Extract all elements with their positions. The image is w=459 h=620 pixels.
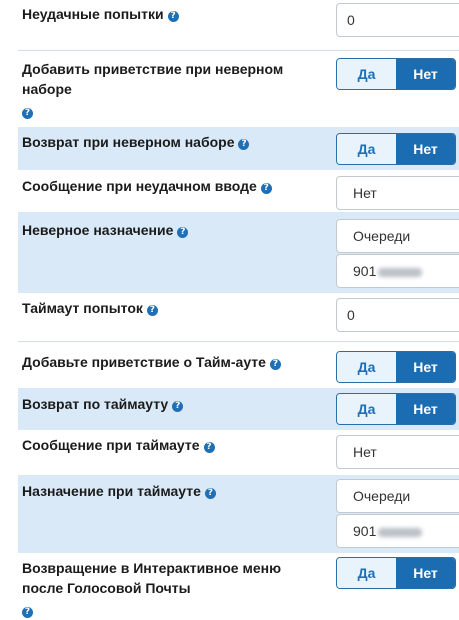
return-timeout-no-button[interactable]: Нет bbox=[396, 394, 455, 424]
help-icon[interactable]: ? bbox=[238, 139, 250, 150]
help-icon[interactable]: ? bbox=[22, 108, 33, 119]
return-ivr-voicemail-no-button[interactable]: Нет bbox=[396, 558, 455, 588]
redacted-text bbox=[378, 528, 423, 537]
add-greeting-timeout-label: Добавьте приветствие о Тайм-ауте? bbox=[22, 352, 281, 372]
wrong-destination-label: Неверное назначение? bbox=[22, 220, 189, 240]
return-ivr-voicemail-yes-button[interactable]: Да bbox=[337, 558, 396, 588]
help-icon[interactable]: ? bbox=[269, 359, 281, 370]
return-timeout-yes-button[interactable]: Да bbox=[337, 394, 396, 424]
add-greeting-timeout-no-button[interactable]: Нет bbox=[396, 352, 455, 382]
add-greeting-timeout-toggle[interactable]: Да Нет bbox=[336, 351, 456, 383]
timeout-destination-label: Назначение при таймауте? bbox=[22, 481, 216, 501]
wrong-destination-category-select[interactable]: Очереди bbox=[336, 219, 459, 253]
add-greeting-wrong-toggle[interactable]: Да Нет bbox=[336, 58, 456, 90]
return-ivr-voicemail-toggle[interactable]: Да Нет bbox=[336, 557, 456, 589]
add-greeting-wrong-no-button[interactable]: Нет bbox=[396, 59, 455, 89]
msg-timeout-select[interactable]: Нет bbox=[336, 435, 459, 469]
fail-attempts-label: Неудачные попытки? bbox=[22, 4, 179, 24]
add-greeting-wrong-label: Добавить приветствие при неверном наборе bbox=[22, 61, 284, 97]
help-icon[interactable]: ? bbox=[203, 442, 215, 453]
return-wrong-label: Возврат при неверном наборе? bbox=[22, 132, 250, 152]
add-greeting-timeout-yes-button[interactable]: Да bbox=[337, 352, 396, 382]
timeout-attempts-label: Таймаут попыток? bbox=[22, 298, 158, 318]
help-icon[interactable]: ? bbox=[146, 305, 158, 316]
msg-fail-input-label: Сообщение при неудачном вводе? bbox=[22, 176, 272, 196]
return-timeout-toggle[interactable]: Да Нет bbox=[336, 393, 456, 425]
add-greeting-wrong-yes-button[interactable]: Да bbox=[337, 59, 396, 89]
timeout-destination-target-select[interactable]: 901 bbox=[336, 514, 459, 548]
return-wrong-toggle[interactable]: Да Нет bbox=[336, 133, 456, 165]
return-wrong-yes-button[interactable]: Да bbox=[337, 134, 396, 164]
wrong-destination-target-select[interactable]: 901 bbox=[336, 254, 459, 288]
help-icon[interactable]: ? bbox=[260, 183, 272, 194]
help-icon[interactable]: ? bbox=[204, 488, 216, 499]
return-ivr-voicemail-label: Возвращение в Интерактивное меню после Г… bbox=[22, 560, 282, 596]
msg-fail-input-select[interactable]: Нет bbox=[336, 176, 459, 210]
help-icon[interactable]: ? bbox=[167, 11, 179, 22]
msg-timeout-label: Сообщение при таймауте? bbox=[22, 435, 215, 455]
help-icon[interactable]: ? bbox=[177, 227, 189, 238]
return-wrong-no-button[interactable]: Нет bbox=[396, 134, 455, 164]
redacted-text bbox=[378, 268, 423, 277]
timeout-attempts-input[interactable]: 0 bbox=[336, 298, 459, 332]
return-timeout-label: Возврат по таймауту? bbox=[22, 394, 184, 414]
fail-attempts-input[interactable]: 0 bbox=[336, 3, 459, 37]
help-icon[interactable]: ? bbox=[172, 401, 184, 412]
help-icon[interactable]: ? bbox=[22, 607, 33, 618]
timeout-destination-category-select[interactable]: Очереди bbox=[336, 479, 459, 513]
